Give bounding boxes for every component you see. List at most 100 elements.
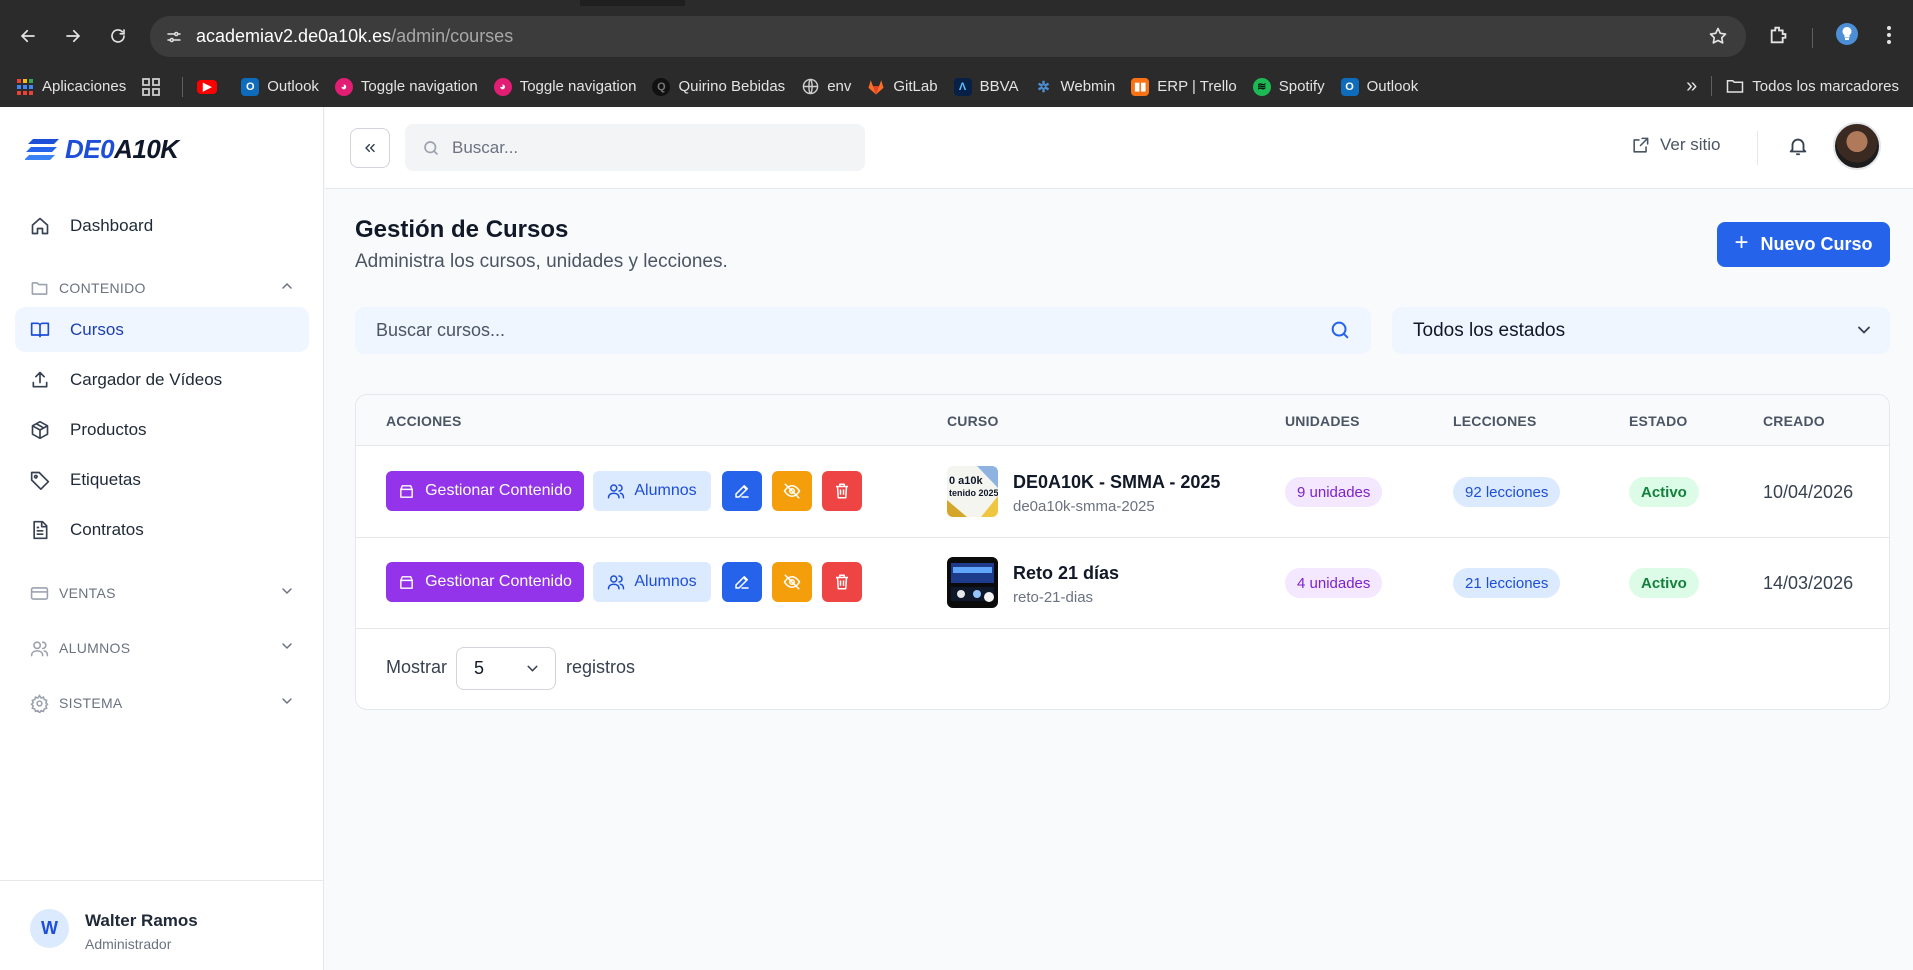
youtube-icon: ▶	[197, 79, 218, 94]
user-avatar-photo[interactable]	[1833, 122, 1881, 170]
address-bar[interactable]: academiav2.de0a10k.es/admin/courses	[150, 16, 1746, 57]
course-search-input[interactable]	[376, 320, 1296, 341]
bookmark-aplicaciones[interactable]: Aplicaciones	[8, 72, 134, 102]
extensions-puzzle-icon[interactable]	[1768, 24, 1790, 51]
site-settings-icon[interactable]	[164, 28, 184, 46]
more-bookmarks-button[interactable]: »	[1678, 71, 1705, 101]
course-search[interactable]	[355, 307, 1371, 354]
students-button[interactable]: Alumnos	[593, 471, 711, 511]
course-slug: de0a10k-smma-2025	[1013, 498, 1155, 515]
bookmark-trello[interactable]: ▮▮ ERP | Trello	[1123, 72, 1244, 102]
edit-button[interactable]	[722, 562, 762, 602]
sidebar-item-cargador-videos[interactable]: Cargador de Vídeos	[15, 357, 309, 402]
user-role: Administrador	[85, 936, 172, 952]
bookmark-quirino[interactable]: Q Quirino Bebidas	[644, 72, 793, 102]
bookmark-star-icon[interactable]	[1708, 26, 1728, 51]
course-name[interactable]: Reto 21 días	[1013, 563, 1119, 584]
upload-icon	[29, 369, 51, 391]
gear-icon	[29, 693, 49, 713]
user-name: Walter Ramos	[85, 911, 198, 930]
sidebar-item-dashboard[interactable]: Dashboard	[15, 203, 309, 248]
box-icon	[29, 419, 51, 441]
bookmark-outlook-1[interactable]: O Outlook	[233, 72, 327, 102]
search-icon[interactable]	[1329, 319, 1351, 341]
bookmark-gitlab[interactable]: GitLab	[859, 72, 945, 102]
browser-chrome: academiav2.de0a10k.es/admin/courses Apli…	[0, 0, 1913, 107]
bookmark-label: Toggle navigation	[519, 78, 637, 95]
global-search[interactable]	[405, 124, 865, 171]
chevron-down-icon	[524, 660, 541, 677]
bookmark-label: Outlook	[267, 78, 319, 95]
bookmark-bbva[interactable]: Λ BBVA	[946, 72, 1027, 102]
gitlab-icon	[867, 78, 885, 96]
bookmark-toggle-nav-1[interactable]: ◕ Toggle navigation	[327, 72, 486, 102]
collapse-sidebar-button[interactable]	[350, 128, 390, 168]
profile-extension-icon[interactable]	[1835, 22, 1859, 51]
toggle-visibility-button[interactable]	[772, 471, 812, 511]
sidebar-item-etiquetas[interactable]: Etiquetas	[15, 457, 309, 502]
per-page-select[interactable]: 5	[456, 647, 556, 690]
students-button[interactable]: Alumnos	[593, 562, 711, 602]
global-search-input[interactable]	[452, 137, 832, 158]
bookmark-outlook-2[interactable]: O Outlook	[1333, 72, 1427, 102]
bookmark-youtube[interactable]: ▶	[189, 72, 233, 102]
sidebar-item-label: Contratos	[70, 519, 144, 539]
reload-icon[interactable]	[104, 22, 132, 50]
sidebar-group-contenido[interactable]: CONTENIDO	[15, 268, 309, 308]
per-page-value: 5	[474, 658, 485, 678]
url-host: academiav2.de0a10k.es	[196, 26, 392, 46]
sidebar-group-ventas[interactable]: VENTAS	[15, 573, 309, 613]
edit-button[interactable]	[722, 471, 762, 511]
ver-sitio-link[interactable]: Ver sitio	[1631, 135, 1720, 155]
bookmark-spotify[interactable]: ≋ Spotify	[1245, 72, 1333, 102]
new-course-label: Nuevo Curso	[1760, 234, 1873, 254]
course-name[interactable]: DE0A10K - SMMA - 2025	[1013, 472, 1220, 493]
bookmarks-divider	[1711, 76, 1713, 96]
new-course-button[interactable]: + Nuevo Curso	[1717, 222, 1890, 267]
trash-icon	[836, 483, 848, 499]
manage-content-button[interactable]: Gestionar Contenido	[386, 562, 584, 602]
top-header: Ver sitio	[325, 107, 1913, 189]
column-header-lecciones: LECCIONES	[1453, 413, 1537, 429]
delete-button[interactable]	[822, 471, 862, 511]
forward-arrow-icon[interactable]	[59, 22, 87, 50]
sidebar-user-profile[interactable]: W Walter Ramos Administrador	[0, 880, 324, 970]
delete-button[interactable]	[822, 562, 862, 602]
bookmark-label: Outlook	[1366, 78, 1419, 95]
table-footer: Mostrar 5 registros	[356, 629, 1889, 709]
back-arrow-icon[interactable]	[14, 22, 42, 50]
trash-icon	[836, 574, 848, 590]
column-header-unidades: UNIDADES	[1285, 413, 1360, 429]
sidebar-group-sistema[interactable]: SISTEMA	[15, 683, 309, 723]
folder-icon	[1726, 77, 1744, 95]
sidebar-item-productos[interactable]: Productos	[15, 407, 309, 452]
bookmark-env[interactable]: env	[793, 72, 859, 102]
notifications-bell-icon[interactable]	[1787, 135, 1809, 157]
bookmark-webmin[interactable]: ✲ Webmin	[1026, 72, 1123, 102]
status-filter-select[interactable]: Todos los estados	[1392, 307, 1890, 354]
outlook-icon: O	[1340, 77, 1359, 96]
page-title: Gestión de Cursos	[355, 216, 569, 243]
bookmark-toggle-nav-2[interactable]: ◕ Toggle navigation	[486, 72, 645, 102]
sidebar-item-contratos[interactable]: Contratos	[15, 507, 309, 552]
status-filter-value: Todos los estados	[1413, 319, 1566, 341]
archive-box-icon	[398, 574, 415, 591]
all-bookmarks-folder[interactable]: Todos los marcadores	[1718, 71, 1907, 101]
sidebar-group-alumnos[interactable]: ALUMNOS	[15, 628, 309, 668]
users-icon	[607, 482, 625, 500]
status-badge: Activo	[1629, 477, 1699, 507]
svg-text:tenido 2025: tenido 2025	[949, 488, 998, 498]
edit-pencil-icon	[735, 485, 749, 498]
sidebar-item-label: Cursos	[70, 319, 124, 339]
column-header-acciones: ACCIONES	[386, 413, 462, 429]
toggle-visibility-button[interactable]	[772, 562, 812, 602]
external-link-icon	[1631, 136, 1650, 155]
sidebar-item-cursos[interactable]: Cursos	[15, 307, 309, 352]
brand-logo[interactable]: DE0A10K	[25, 134, 179, 165]
kebab-menu-icon[interactable]	[1886, 24, 1892, 51]
bookmark-tab-groups[interactable]	[134, 72, 176, 102]
created-date: 14/03/2026	[1763, 573, 1854, 593]
file-text-icon	[29, 519, 51, 541]
manage-content-button[interactable]: Gestionar Contenido	[386, 471, 584, 511]
units-badge: 4 unidades	[1285, 568, 1383, 598]
